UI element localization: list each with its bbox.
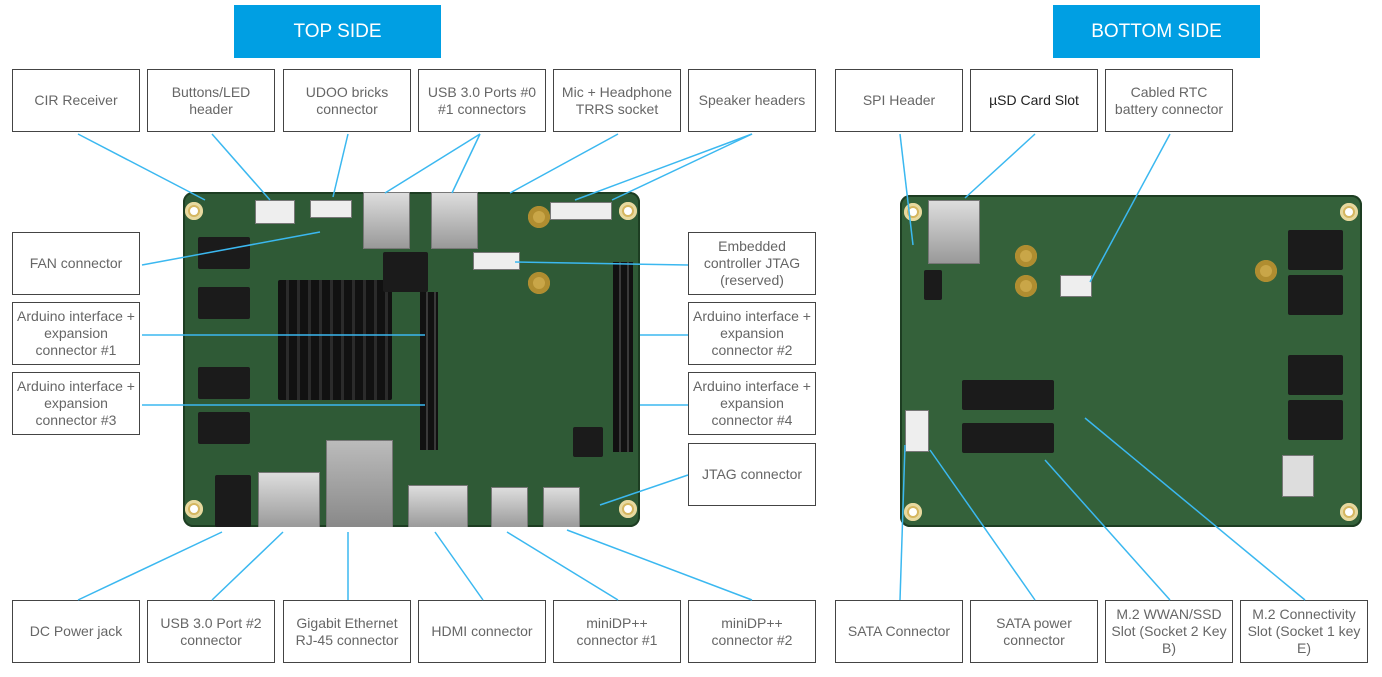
- label-fan-connector: FAN connector: [12, 232, 140, 295]
- bottom-board-image: [900, 195, 1362, 527]
- label-jtag-connector: JTAG connector: [688, 443, 816, 506]
- label-rtc-battery: Cabled RTC battery connector: [1105, 69, 1233, 132]
- label-arduino-2: Arduino interface + expansion connector …: [688, 302, 816, 365]
- label-m2-wwan-ssd: M.2 WWAN/SSD Slot (Socket 2 Key B): [1105, 600, 1233, 663]
- label-udoo-bricks: UDOO bricks connector: [283, 69, 411, 132]
- label-sata-power: SATA power connector: [970, 600, 1098, 663]
- label-gigabit-ethernet: Gigabit Ethernet RJ-45 connector: [283, 600, 411, 663]
- label-dc-power-jack: DC Power jack: [12, 600, 140, 663]
- top-side-title: TOP SIDE: [234, 5, 441, 58]
- label-usb-ports-0-1: USB 3.0 Ports #0 #1 connectors: [418, 69, 546, 132]
- bottom-side-title: BOTTOM SIDE: [1053, 5, 1260, 58]
- label-ec-jtag: Embedded controller JTAG (reserved): [688, 232, 816, 295]
- label-arduino-3: Arduino interface + expansion connector …: [12, 372, 140, 435]
- heatsink: [278, 280, 392, 400]
- label-speaker-headers: Speaker headers: [688, 69, 816, 132]
- label-arduino-4: Arduino interface + expansion connector …: [688, 372, 816, 435]
- label-hdmi: HDMI connector: [418, 600, 546, 663]
- label-buttons-led-header: Buttons/LED header: [147, 69, 275, 132]
- label-spi-header: SPI Header: [835, 69, 963, 132]
- label-sd-slot: µSD Card Slot: [970, 69, 1098, 132]
- label-usb-port-2: USB 3.0 Port #2 connector: [147, 600, 275, 663]
- label-minidp-2: miniDP++ connector #2: [688, 600, 816, 663]
- top-board-image: [183, 192, 640, 527]
- label-m2-connectivity: M.2 Connectivity Slot (Socket 1 key E): [1240, 600, 1368, 663]
- label-cir-receiver: CIR Receiver: [12, 69, 140, 132]
- label-arduino-1: Arduino interface + expansion connector …: [12, 302, 140, 365]
- label-audio-socket: Mic + Headphone TRRS socket: [553, 69, 681, 132]
- label-sata-connector: SATA Connector: [835, 600, 963, 663]
- label-minidp-1: miniDP++ connector #1: [553, 600, 681, 663]
